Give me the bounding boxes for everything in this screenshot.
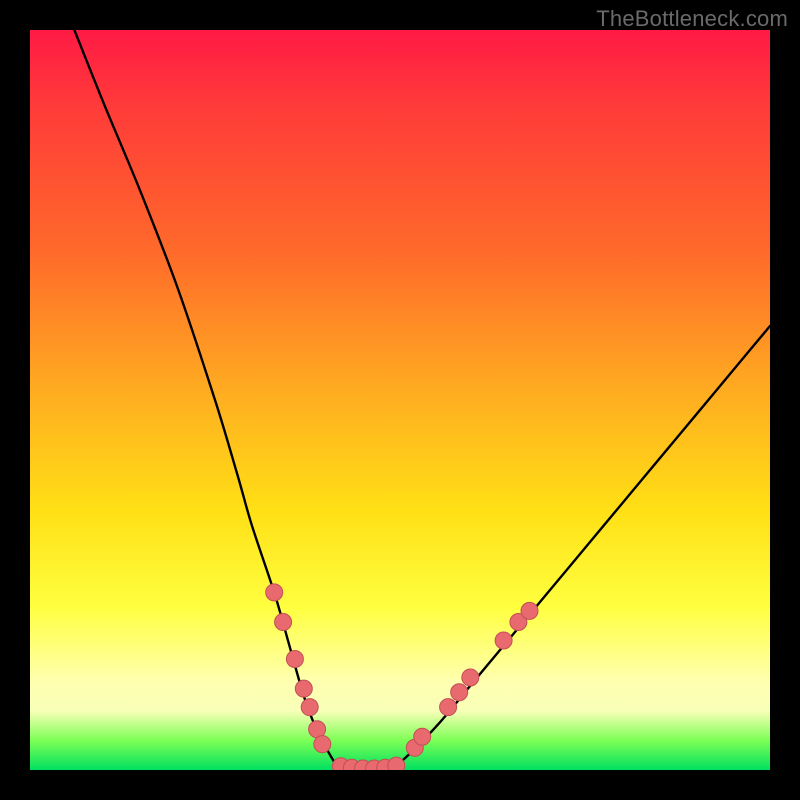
data-marker <box>301 699 318 716</box>
data-marker <box>451 684 468 701</box>
data-marker <box>440 699 457 716</box>
plot-area <box>30 30 770 770</box>
chart-frame: TheBottleneck.com <box>0 0 800 800</box>
data-marker <box>495 632 512 649</box>
watermark-text: TheBottleneck.com <box>596 6 788 32</box>
data-marker <box>388 757 405 770</box>
data-marker <box>462 669 479 686</box>
data-marker <box>414 728 431 745</box>
data-marker <box>295 680 312 697</box>
data-marker <box>275 614 292 631</box>
curve-svg <box>30 30 770 770</box>
data-marker <box>286 651 303 668</box>
data-marker <box>521 602 538 619</box>
data-marker <box>314 736 331 753</box>
data-marker <box>266 584 283 601</box>
bottleneck-curve <box>74 30 770 770</box>
marker-group <box>266 584 538 770</box>
